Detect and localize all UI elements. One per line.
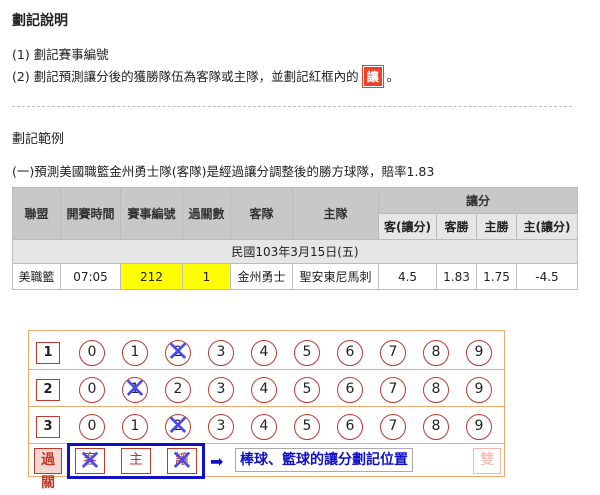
example-title: 劃記範例 [12, 132, 65, 147]
page-title: 劃記說明 [12, 13, 68, 29]
digit-bubble[interactable]: 4 [251, 340, 277, 366]
digit-bubble[interactable]: 1 [122, 340, 148, 366]
digit-bubble[interactable]: 8 [423, 340, 449, 366]
header-handicap: 讓分 [378, 187, 578, 214]
header-home: 主隊 [292, 187, 379, 240]
digit-bubble[interactable]: 0 [79, 414, 105, 440]
digit-bubble[interactable]: 7 [380, 377, 406, 403]
cell-league: 美職籃 [12, 263, 61, 290]
digit-bubble[interactable]: 4 [251, 414, 277, 440]
odds-table: 聯盟 開賽時間 賽事編號 過關數 客隊 主隊 讓分 客(讓分) 客勝 主勝 主(… [12, 187, 578, 290]
digit-bubble[interactable]: 2 [165, 377, 191, 403]
arrow-icon: ➡ [210, 452, 224, 471]
row-divider [29, 406, 506, 407]
cell-away: 金州勇士 [230, 263, 293, 290]
row-divider [29, 369, 506, 370]
digit-bubble[interactable]: 3 [208, 377, 234, 403]
highlight-frame [67, 443, 205, 479]
example-description: (一)預測美國職籃金州勇士隊(客隊)是經過讓分調整後的勝方球隊，賠率1.83 [12, 164, 435, 179]
bet-type-row: 過關 客 ✕ 主 讓 ✕ ➡ 棒球、籃球的讓分劃記位置 雙 [29, 443, 506, 491]
row-number-label: 2 [36, 379, 60, 401]
lottery-card: 過關 客 ✕ 主 讓 ✕ ➡ 棒球、籃球的讓分劃記位置 雙 1 0 1 2 ✕ 3 4 5 6 7… [28, 330, 506, 491]
subheader-home-handicap: 主(讓分) [516, 213, 578, 240]
table-row: 美職籃 07:05 212 1 金州勇士 聖安東尼馬刺 4.5 1.83 1.7… [12, 263, 578, 290]
digit-row: 3 0 1 2 ✕ 3 4 5 6 7 8 9 [29, 409, 506, 442]
cell-event-no: 212 [120, 263, 183, 290]
cell-home-win: 1.75 [476, 263, 517, 290]
digit-row: 1 0 1 2 ✕ 3 4 5 6 7 8 9 [29, 335, 506, 368]
header-event-no: 賽事編號 [120, 187, 183, 240]
digit-x-mark: ✕ [166, 335, 190, 368]
digit-bubble[interactable]: 5 [294, 377, 320, 403]
digit-bubble[interactable]: 0 [79, 340, 105, 366]
digit-bubble[interactable]: 8 [423, 414, 449, 440]
cell-home-handicap: -4.5 [516, 263, 578, 290]
pass-box[interactable]: 過關 [34, 448, 62, 491]
header-passes: 過關數 [182, 187, 231, 240]
digit-bubble[interactable]: 5 [294, 414, 320, 440]
digit-bubble[interactable]: 1 [122, 414, 148, 440]
instruction-2: (2) 劃記預測讓分後的獲勝隊伍為客隊或主隊，並劃記紅框內的讓。 [12, 65, 400, 88]
handicap-position-label: 棒球、籃球的讓分劃記位置 [235, 448, 413, 472]
digit-row: 2 0 1 ✕ 2 3 4 5 6 7 8 9 [29, 372, 506, 405]
digit-bubble[interactable]: 3 [208, 340, 234, 366]
row-number-label: 3 [36, 416, 60, 438]
digit-bubble[interactable]: 6 [337, 377, 363, 403]
cell-away-handicap: 4.5 [378, 263, 437, 290]
instruction-1: (1) 劃記賽事編號 [12, 47, 109, 62]
cell-time: 07:05 [60, 263, 121, 290]
instruction-2-end: 。 [386, 69, 400, 84]
date-row: 民國103年3月15日(五) [12, 239, 578, 264]
digit-x-mark: ✕ [123, 372, 147, 405]
digit-x-mark: ✕ [166, 409, 190, 442]
digit-bubble[interactable]: 0 [79, 377, 105, 403]
row-number-label: 1 [36, 342, 60, 364]
header-away: 客隊 [230, 187, 293, 240]
digit-bubble[interactable]: 8 [423, 377, 449, 403]
cell-home: 聖安東尼馬刺 [292, 263, 379, 290]
digit-bubble[interactable]: 9 [466, 340, 492, 366]
cell-passes: 1 [182, 263, 231, 290]
digit-bubble[interactable]: 7 [380, 414, 406, 440]
digit-bubble[interactable]: 5 [294, 340, 320, 366]
section-divider [12, 106, 572, 107]
digit-bubble[interactable]: 3 [208, 414, 234, 440]
subheader-home-win: 主勝 [476, 213, 517, 240]
header-time: 開賽時間 [60, 187, 121, 240]
instruction-2-text: (2) 劃記預測讓分後的獲勝隊伍為客隊或主隊，並劃記紅框內的 [12, 69, 359, 84]
double-box[interactable]: 雙 [473, 448, 501, 474]
subheader-away-handicap: 客(讓分) [378, 213, 437, 240]
digit-bubble[interactable]: 9 [466, 414, 492, 440]
subheader-away-win: 客勝 [436, 213, 477, 240]
header-league: 聯盟 [12, 187, 61, 240]
cell-away-win: 1.83 [436, 263, 477, 290]
digit-bubble[interactable]: 6 [337, 414, 363, 440]
digit-bubble[interactable]: 4 [251, 377, 277, 403]
digit-bubble[interactable]: 9 [466, 377, 492, 403]
digit-bubble[interactable]: 7 [380, 340, 406, 366]
handicap-mark-sample: 讓 [361, 65, 384, 88]
digit-bubble[interactable]: 6 [337, 340, 363, 366]
